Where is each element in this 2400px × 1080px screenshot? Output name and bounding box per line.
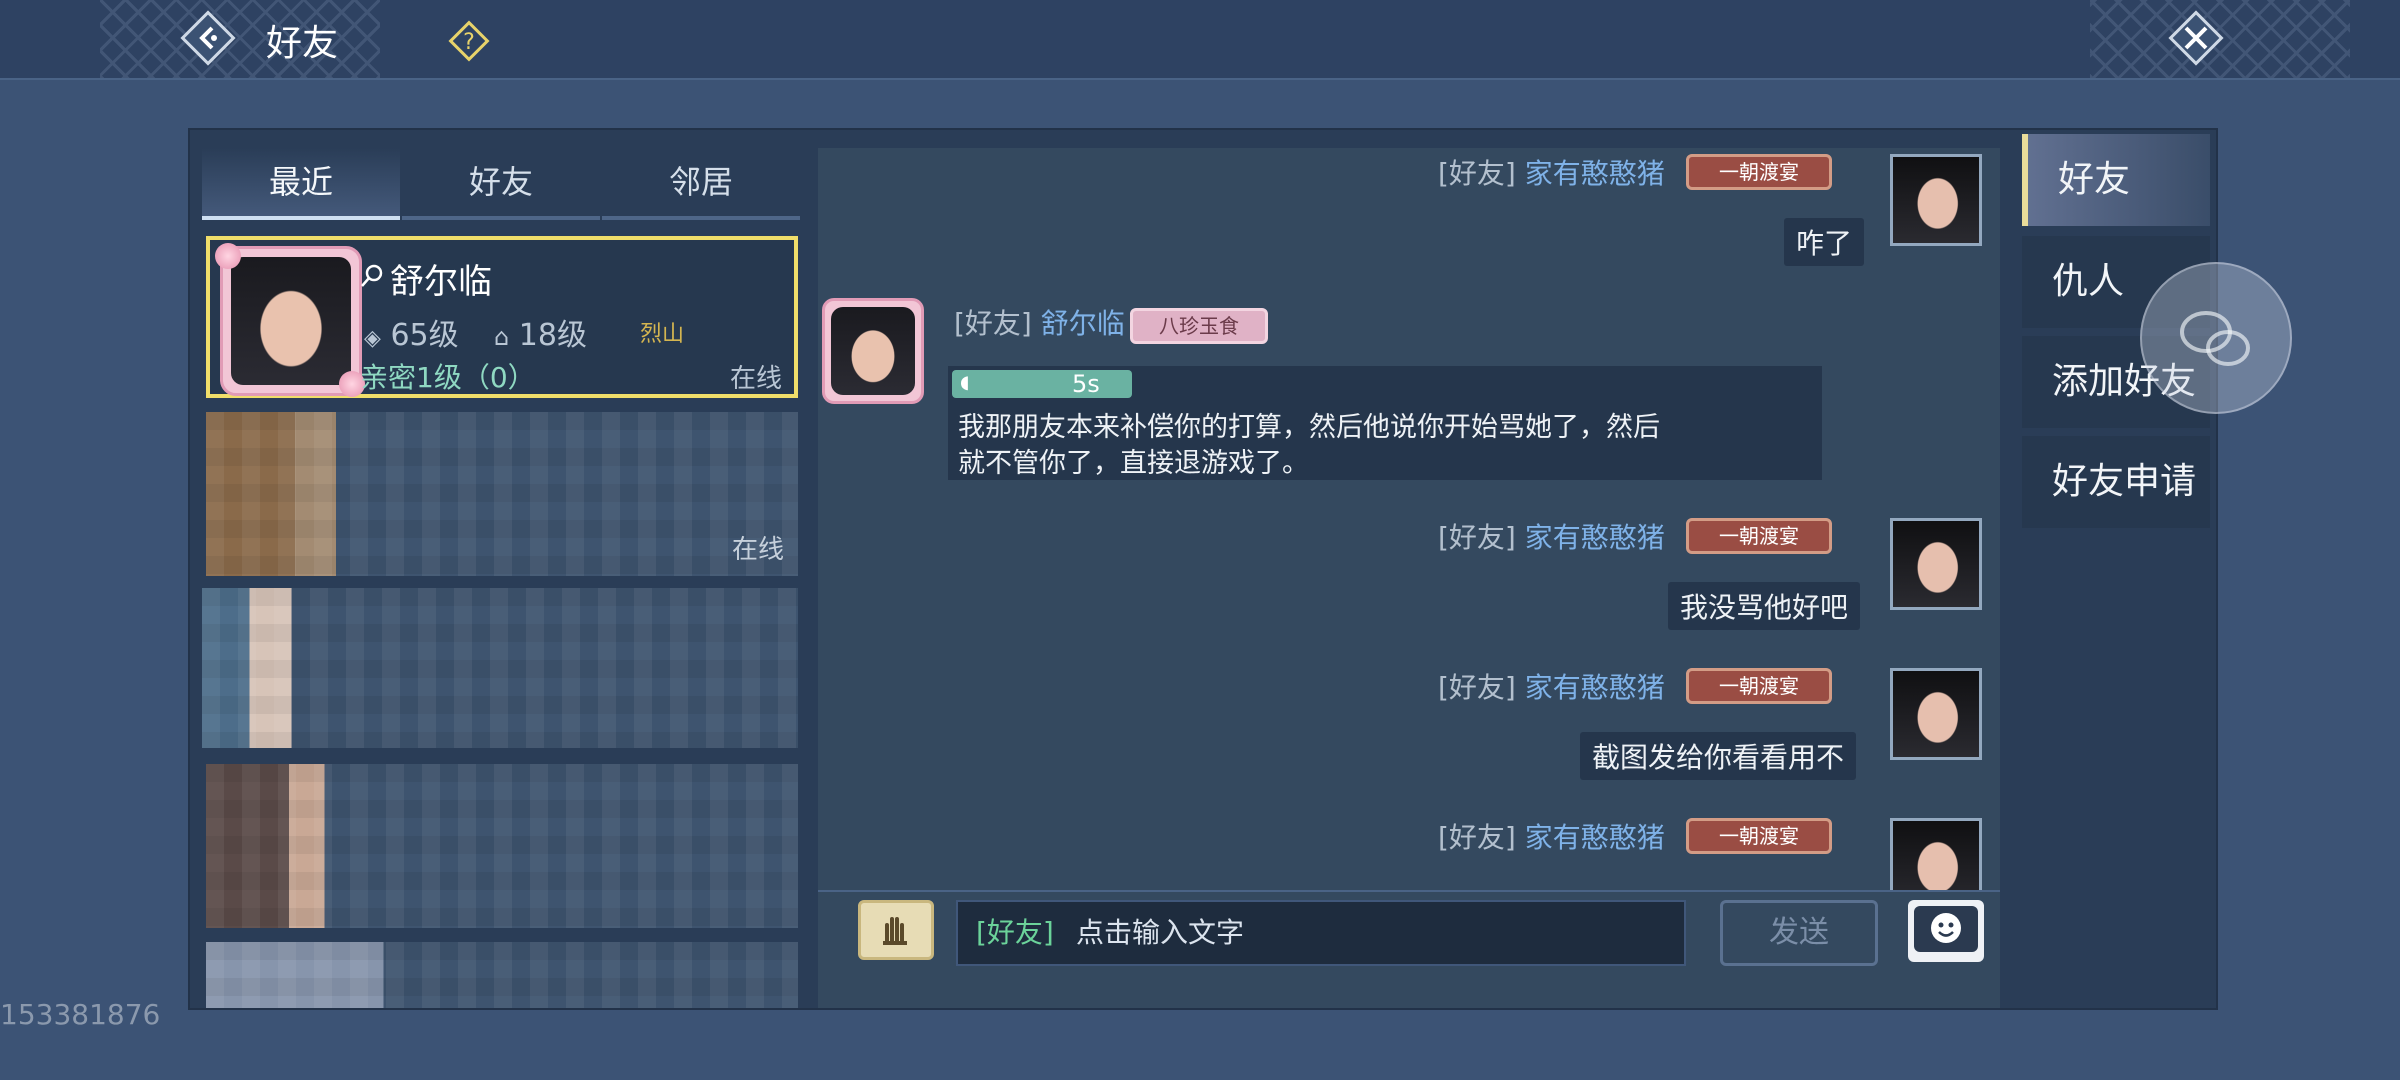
frame-flower-icon: [215, 243, 241, 269]
chat-area[interactable]: [好友] 家有憨憨猪 一朝渡宴 咋了 [好友] 舒尔临 八珍玉食 ◖ 5s 我那…: [818, 148, 2000, 890]
voice-input-button[interactable]: [858, 900, 934, 960]
message-sender: 家有憨憨猪: [1524, 157, 1665, 190]
message-channel: [好友]: [1438, 821, 1516, 854]
title-badge: 一朝渡宴: [1686, 668, 1832, 704]
voice-hand-icon: [883, 917, 907, 945]
message-sender: 舒尔临: [1040, 307, 1125, 340]
message-header: [好友] 家有憨憨猪: [1438, 152, 1665, 192]
chat-input[interactable]: [好友] 点击输入文字: [956, 900, 1686, 966]
friend-card-selected[interactable]: 舒尔临 ◈ 65级 ⌂ 18级 烈山 亲密1级（0） 在线: [206, 236, 798, 398]
message-header: [好友] 家有憨憨猪: [1438, 666, 1665, 706]
message-channel: [好友]: [954, 307, 1032, 340]
message-sender: 家有憨憨猪: [1524, 671, 1665, 704]
title-badge: 一朝渡宴: [1686, 154, 1832, 190]
friend-status: 在线: [730, 364, 783, 394]
send-button[interactable]: 发送: [1720, 900, 1878, 966]
title-badge: 一朝渡宴: [1686, 518, 1832, 554]
voice-wave-icon: ◖: [960, 372, 970, 393]
my-avatar[interactable]: [1890, 668, 1982, 760]
friend-sect: 烈山: [640, 322, 685, 347]
message-channel: [好友]: [1438, 521, 1516, 554]
side-item-friend-requests[interactable]: 好友申请: [2022, 436, 2210, 528]
back-arrow-icon: [180, 10, 236, 66]
message-header: [好友] 家有憨憨猪: [1438, 816, 1665, 856]
input-placeholder: 点击输入文字: [1076, 916, 1245, 949]
emoji-smile-icon: [1914, 906, 1978, 952]
tab-friends[interactable]: 好友: [402, 148, 600, 220]
my-avatar[interactable]: [1890, 518, 1982, 610]
friend-level: ◈ 65级: [364, 310, 459, 354]
friend-name: 舒尔临: [390, 262, 492, 302]
tab-recent[interactable]: 最近: [202, 148, 400, 220]
side-item-friends[interactable]: 好友: [2022, 134, 2210, 226]
avatar-portrait: [831, 307, 915, 395]
help-button[interactable]: ?: [448, 20, 490, 62]
voice-play-bar[interactable]: ◖ 5s: [952, 370, 1132, 398]
close-button[interactable]: [2158, 10, 2234, 66]
message-header: [好友] 舒尔临: [954, 302, 1125, 342]
message-bubble: 咋了: [1784, 218, 1865, 266]
friend-card-blurred[interactable]: [206, 764, 798, 928]
list-tabs: 最近 好友 邻居: [202, 148, 802, 220]
friend-avatar: [215, 243, 365, 397]
my-avatar[interactable]: [1890, 818, 1982, 890]
message-channel: [好友]: [1438, 157, 1516, 190]
emoji-button[interactable]: [1908, 900, 1984, 962]
friend-chat-avatar[interactable]: [822, 298, 924, 404]
wechat-float-icon: [2180, 311, 2250, 366]
house-icon: ⌂: [494, 323, 510, 351]
title-badge: 一朝渡宴: [1686, 818, 1832, 854]
tab-neighbors[interactable]: 邻居: [602, 148, 800, 220]
friend-intimacy: 亲密1级（0）: [360, 361, 536, 394]
friend-list-column: 最近 好友 邻居 舒尔临 ◈ 65级 ⌂ 18级 烈山 亲密1级（0） 在线 在…: [202, 148, 802, 1008]
message-sender: 家有憨憨猪: [1524, 521, 1665, 554]
voice-transcript: 我那朋友本来补偿你的打算，然后他说你开始骂她了，然后就不管你了，直接退游戏了。: [958, 412, 1660, 479]
wing-level-icon: ◈: [364, 326, 381, 351]
back-button[interactable]: [180, 10, 236, 66]
page-title: 好友: [266, 23, 339, 64]
message-bubble: 截图发给你看看用不: [1580, 732, 1857, 780]
chat-input-row: [好友] 点击输入文字 发送: [818, 890, 2000, 1008]
friend-card-blurred[interactable]: [202, 588, 798, 748]
message-header: [好友] 家有憨憨猪: [1438, 516, 1665, 556]
house-level-value: 18级: [518, 318, 587, 353]
house-level: ⌂ 18级: [494, 310, 587, 354]
floating-chat-button[interactable]: [2140, 262, 2292, 414]
help-question-icon: ?: [448, 20, 490, 62]
top-bar: 好友 ?: [0, 0, 2400, 80]
voice-duration: 5s: [1072, 370, 1100, 398]
message-sender: 家有憨憨猪: [1524, 821, 1665, 854]
avatar-portrait: [231, 257, 351, 385]
friend-status: 在线: [731, 535, 784, 565]
friend-card-blurred[interactable]: [206, 942, 798, 1008]
svg-text:?: ?: [463, 30, 475, 55]
search-key-icon: [361, 264, 383, 287]
message-bubble: 我没骂他好吧: [1668, 582, 1861, 630]
close-x-icon: [2168, 10, 2224, 66]
my-avatar[interactable]: [1890, 154, 1982, 246]
friend-level-value: 65级: [390, 318, 459, 353]
voice-message[interactable]: ◖ 5s 我那朋友本来补偿你的打算，然后他说你开始骂她了，然后就不管你了，直接退…: [948, 366, 1822, 480]
title-badge: 八珍玉食: [1130, 308, 1268, 344]
message-channel: [好友]: [1438, 671, 1516, 704]
friend-card-blurred[interactable]: 在线: [206, 412, 798, 576]
input-channel-tag: [好友]: [976, 916, 1054, 949]
uid-watermark: 153381876: [0, 998, 161, 1031]
